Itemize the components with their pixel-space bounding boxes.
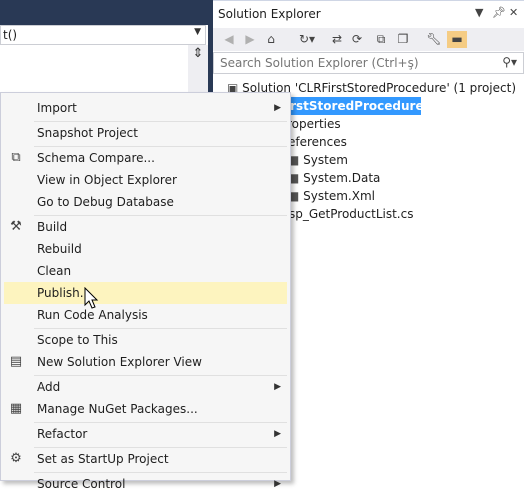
tree-item-ref-system-xml[interactable]: ■ System.Xml xyxy=(288,187,375,205)
split-window-icon[interactable]: ⇕ xyxy=(190,46,206,62)
tree-item-project[interactable]: irstStoredProcedure xyxy=(273,97,424,115)
tree-item-references[interactable]: eferences xyxy=(288,133,347,151)
build-icon: ⚒ xyxy=(10,219,22,234)
nuget-icon: ▦ xyxy=(9,401,23,416)
menu-item-set-as-startup-project[interactable]: ⚙ Set as StartUp Project xyxy=(4,448,287,470)
mouse-pointer-icon xyxy=(84,287,99,309)
submenu-arrow-icon: ▶ xyxy=(274,479,281,489)
solution-explorer-title: Solution Explorer xyxy=(218,7,321,21)
refresh-icon[interactable]: ⟳ xyxy=(349,31,365,48)
tree-item-file[interactable]: sp_GetProductList.cs xyxy=(289,205,413,223)
submenu-arrow-icon: ▶ xyxy=(274,103,281,113)
show-all-files-icon[interactable]: ❐ xyxy=(395,31,411,48)
menu-item-schema-compare[interactable]: ⧉ Schema Compare... xyxy=(4,147,287,169)
tree-item-ref-system[interactable]: ■ System xyxy=(288,151,348,169)
submenu-arrow-icon: ▶ xyxy=(274,382,281,392)
back-icon[interactable]: ◀ xyxy=(221,31,237,48)
menu-item-source-control[interactable]: Source Control ▶ xyxy=(4,473,287,495)
menu-item-import[interactable]: Import ▶ xyxy=(4,97,287,119)
gear-icon: ⚙ xyxy=(10,451,22,466)
menu-item-clean[interactable]: Clean xyxy=(4,260,287,282)
menu-item-build[interactable]: ⚒ Build xyxy=(4,216,287,238)
close-icon[interactable]: ✕ xyxy=(509,6,518,19)
menu-item-new-solution-explorer-view[interactable]: ▤ New Solution Explorer View xyxy=(4,351,287,373)
home-icon[interactable]: ⌂ xyxy=(262,31,280,48)
editor-title-bar xyxy=(0,0,210,25)
solution-explorer-title-bar: Solution Explorer ▼ 📌︎ ✕ xyxy=(213,0,524,28)
menu-item-scope-to-this[interactable]: Scope to This xyxy=(4,329,287,351)
collapse-all-icon[interactable]: ⧉ xyxy=(373,31,389,48)
search-icon[interactable]: ⚲▾ xyxy=(502,55,517,69)
member-dropdown[interactable]: t() ▼ xyxy=(0,25,206,45)
menu-item-snapshot-project[interactable]: Snapshot Project xyxy=(4,122,287,144)
pin-icon[interactable]: 📌︎ xyxy=(492,6,506,19)
menu-item-publish[interactable]: Publish... xyxy=(4,282,287,304)
solution-explorer-search[interactable]: ⚲▾ xyxy=(213,52,524,74)
schema-compare-icon: ⧉ xyxy=(11,150,21,165)
menu-item-run-code-analysis[interactable]: Run Code Analysis xyxy=(4,304,287,326)
preview-selected-items-icon[interactable]: ▬ xyxy=(447,31,467,48)
menu-item-rebuild[interactable]: Rebuild xyxy=(4,238,287,260)
sync-icon[interactable]: ⇄ xyxy=(329,31,345,48)
menu-item-refactor[interactable]: Refactor ▶ xyxy=(4,423,287,445)
menu-item-view-in-object-explorer[interactable]: View in Object Explorer xyxy=(4,169,287,191)
search-input[interactable] xyxy=(218,55,502,71)
menu-item-manage-nuget-packages[interactable]: ▦ Manage NuGet Packages... xyxy=(4,398,287,420)
forward-icon[interactable]: ▶ xyxy=(242,31,258,48)
member-dropdown-value: t() xyxy=(3,28,18,42)
chevron-down-icon: ▼ xyxy=(194,27,201,37)
pending-changes-filter-icon[interactable]: ↻▾ xyxy=(297,31,317,48)
tree-item-properties[interactable]: roperties xyxy=(287,115,341,133)
menu-item-go-to-debug-database[interactable]: Go to Debug Database xyxy=(4,191,287,213)
submenu-arrow-icon: ▶ xyxy=(274,429,281,439)
solution-explorer-toolbar: ◀ ▶ ⌂ ↻▾ ⇄ ⟳ ⧉ ❐ 🔧︎ ▬ xyxy=(213,28,524,51)
new-view-icon: ▤ xyxy=(9,354,23,369)
properties-wrench-icon[interactable]: 🔧︎ xyxy=(426,31,442,48)
chevron-down-icon[interactable]: ▼ xyxy=(475,6,483,19)
menu-item-add[interactable]: Add ▶ xyxy=(4,376,287,398)
tree-item-ref-system-data[interactable]: ■ System.Data xyxy=(288,169,380,187)
project-context-menu: Import ▶ Snapshot Project ⧉ Schema Compa… xyxy=(0,92,291,491)
